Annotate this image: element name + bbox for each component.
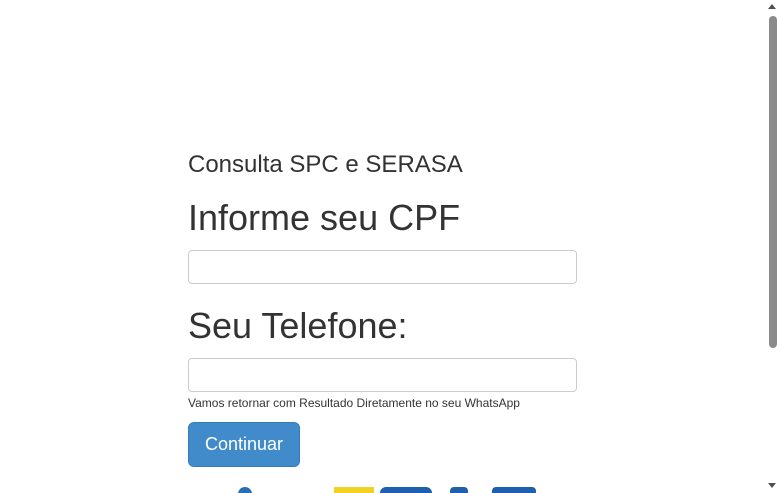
logo-fragment xyxy=(334,487,374,493)
logo-fragment xyxy=(492,487,536,493)
form-subtitle: Consulta SPC e SERASA xyxy=(188,151,463,178)
vertical-scrollbar[interactable] xyxy=(765,0,780,493)
logo-fragment xyxy=(380,487,432,493)
scrollbar-thumb[interactable] xyxy=(769,16,777,348)
logo-fragment xyxy=(238,487,252,493)
whatsapp-help-text: Vamos retornar com Resultado Diretamente… xyxy=(188,396,520,410)
continue-button[interactable]: Continuar xyxy=(188,422,300,467)
page-viewport: Consulta SPC e SERASA Informe seu CPF Se… xyxy=(0,0,780,493)
chevron-up-icon[interactable] xyxy=(768,4,776,9)
cpf-label: Informe seu CPF xyxy=(188,197,461,238)
logo-fragment xyxy=(450,487,468,493)
spc-logo xyxy=(230,487,540,493)
phone-input[interactable] xyxy=(188,358,577,392)
chevron-down-icon[interactable] xyxy=(768,483,776,488)
cpf-input[interactable] xyxy=(188,250,577,284)
phone-label: Seu Telefone: xyxy=(188,305,408,346)
consulta-form: Consulta SPC e SERASA Informe seu CPF Se… xyxy=(188,150,578,467)
continue-button-label: Continuar xyxy=(204,434,284,454)
